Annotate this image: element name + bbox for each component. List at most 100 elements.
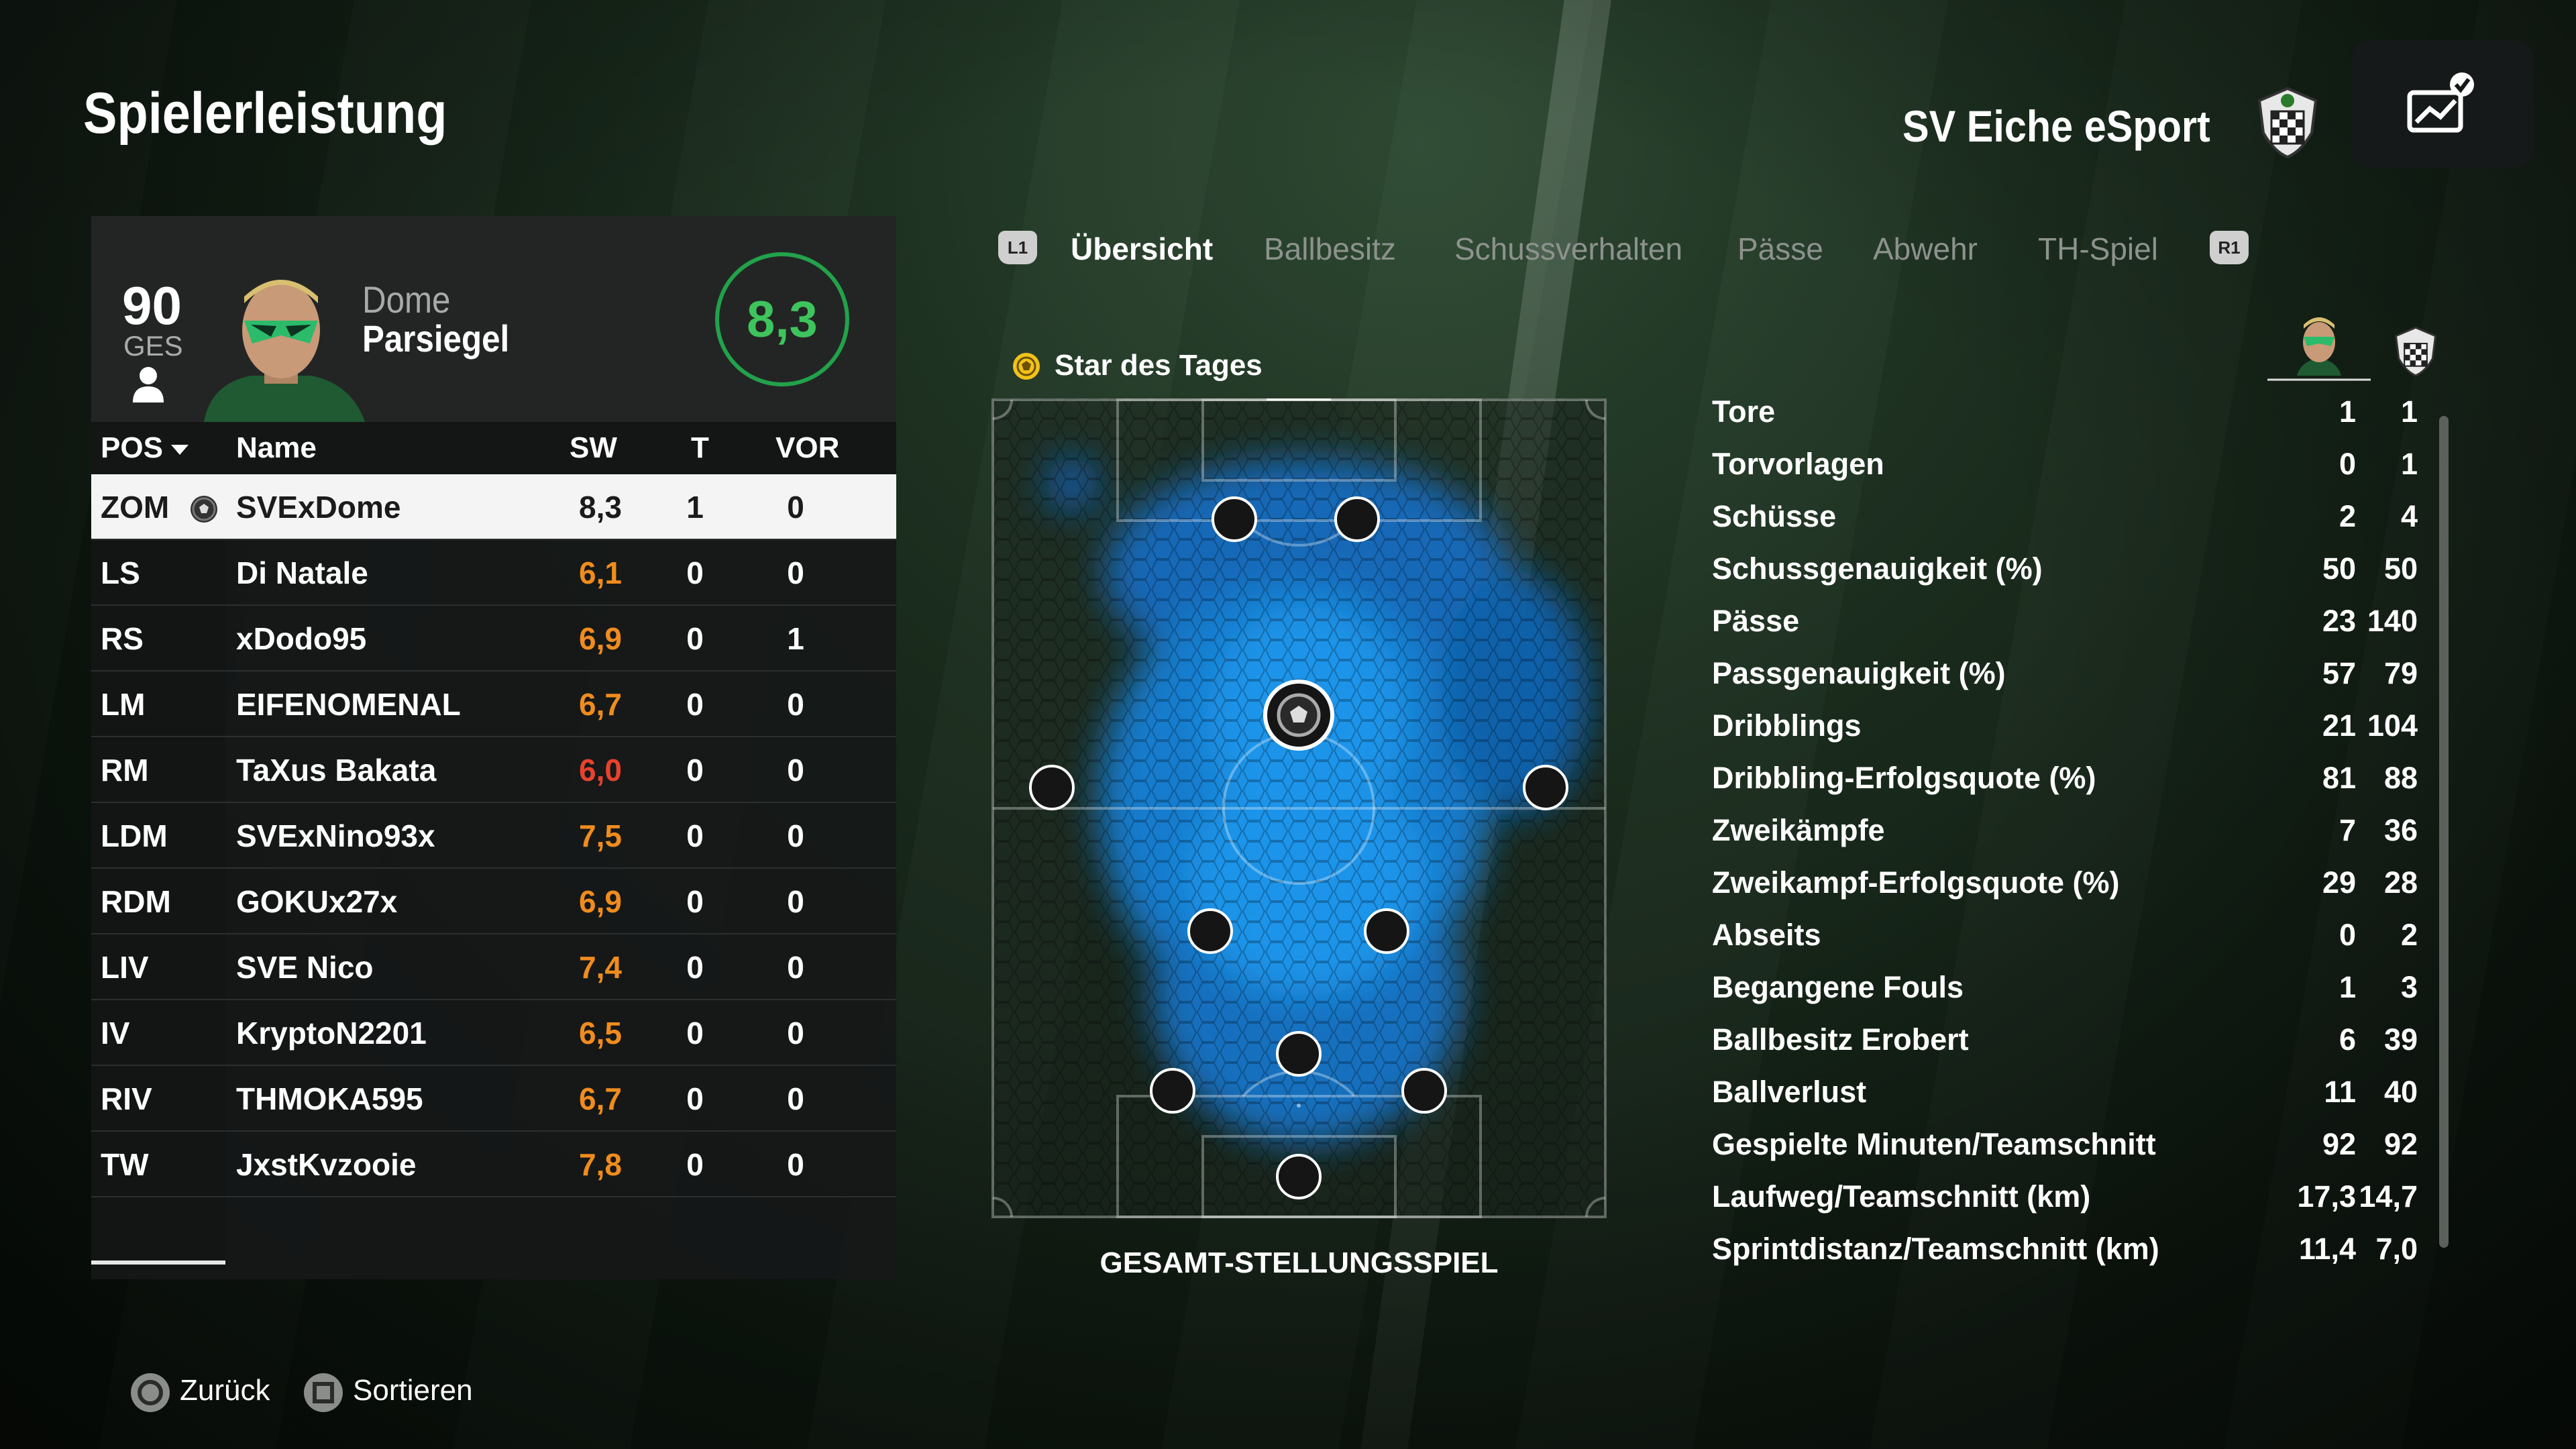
stats-chart-button[interactable] [2352, 40, 2533, 168]
column-pos[interactable]: POS [101, 431, 189, 465]
row-name: JxstKvzooie [236, 1147, 417, 1182]
row-name: THMOKA595 [236, 1081, 423, 1116]
tab-ballbesitz[interactable]: Ballbesitz [1264, 231, 1396, 267]
table-row[interactable]: LM EIFENOMENAL 6,7 0 0 [91, 672, 896, 737]
table-row[interactable]: RS xDodo95 6,9 0 1 [91, 606, 896, 672]
stat-label: Schussgenauigkeit (%) [1712, 551, 2043, 586]
stat-row: Schussgenauigkeit (%) 50 50 [1712, 545, 2423, 597]
team-crest-icon [2395, 326, 2436, 377]
table-row[interactable]: RM TaXus Bakata 6,0 0 0 [91, 737, 896, 803]
stat-team-value: 28 [2383, 865, 2418, 900]
row-assists: 0 [787, 555, 804, 590]
back-button[interactable]: Zurück [180, 1374, 270, 1407]
stat-row: Zweikämpfe 7 36 [1712, 806, 2423, 859]
row-goals: 0 [686, 687, 704, 722]
square-button-icon[interactable] [302, 1371, 345, 1414]
pitch-caption: GESAMT-STELLUNGSSPIEL [1099, 1246, 1499, 1279]
row-assists: 0 [787, 818, 804, 853]
stat-label: Ballverlust [1712, 1075, 1867, 1109]
stat-team-value: 140 [2367, 604, 2418, 638]
stat-player-value: 1 [2339, 970, 2356, 1004]
stat-row: Laufweg/Teamschnitt (km) 17,3 14,7 [1712, 1173, 2423, 1225]
row-pos: LIV [101, 950, 149, 985]
row-goals: 0 [686, 555, 704, 590]
column-vor[interactable]: VOR [775, 431, 839, 465]
row-name: SVExNino93x [236, 818, 435, 853]
row-assists: 0 [787, 950, 804, 985]
pitch-heatmap [991, 396, 1607, 1218]
row-goals: 1 [686, 490, 704, 525]
circle-button-icon[interactable] [129, 1371, 172, 1414]
tab-abwehr[interactable]: Abwehr [1873, 231, 1978, 267]
player-overall: 90 [122, 276, 182, 335]
stat-team-value: 39 [2383, 1022, 2418, 1057]
row-assists: 0 [787, 753, 804, 788]
stat-label: Dribbling-Erfolgsquote (%) [1712, 761, 2096, 795]
row-name: Di Natale [236, 555, 368, 590]
player-last-name: Parsiegel [362, 317, 510, 360]
stat-row: Tore 1 1 [1712, 388, 2423, 440]
table-row[interactable]: RIV THMOKA595 6,7 0 0 [91, 1066, 896, 1132]
column-sw[interactable]: SW [570, 431, 617, 465]
row-pos: LDM [101, 818, 168, 853]
stat-label: Zweikampf-Erfolgsquote (%) [1712, 865, 2120, 900]
row-name: GOKUx27x [236, 884, 398, 919]
stat-label: Dribblings [1712, 708, 1862, 743]
stat-team-value: 79 [2383, 656, 2418, 690]
stat-row: Begangene Fouls 1 3 [1712, 963, 2423, 1016]
stat-player-value: 21 [2322, 708, 2356, 743]
stat-label: Ballbesitz Erobert [1712, 1022, 1969, 1057]
row-pos: LM [101, 687, 146, 722]
column-name[interactable]: Name [236, 431, 317, 465]
row-rating: 6,7 [579, 1081, 622, 1116]
player-panel: 90 GES Dome Parsiegel 8,3 POS Name SW T … [91, 216, 896, 1279]
match-rating-ring: 8,3 [715, 252, 849, 386]
stat-team-value: 36 [2383, 813, 2418, 847]
row-name: xDodo95 [236, 621, 367, 656]
stat-player-value: 6 [2339, 1022, 2356, 1057]
row-rating: 6,1 [579, 555, 622, 590]
player-list: ZOM SVExDome 8,3 1 0 LS Di Natale 6,1 0 … [91, 474, 896, 1271]
tab-paesse[interactable]: Pässe [1737, 231, 1823, 267]
row-goals: 0 [686, 1147, 704, 1182]
table-row[interactable]: LDM SVExNino93x 7,5 0 0 [91, 803, 896, 869]
stats-scrollbar[interactable] [2439, 416, 2449, 1248]
sort-caret-icon [170, 444, 189, 455]
stat-row: Dribblings 21 104 [1712, 702, 2423, 754]
stat-player-value: 0 [2339, 447, 2356, 481]
table-row[interactable]: TW JxstKvzooie 7,8 0 0 [91, 1132, 896, 1197]
match-rating: 8,3 [747, 290, 818, 348]
stat-label: Schüsse [1712, 499, 1837, 533]
table-row[interactable]: LIV SVE Nico 7,4 0 0 [91, 934, 896, 1000]
row-assists: 0 [787, 687, 804, 722]
ball-icon [191, 496, 217, 523]
stat-player-value: 17,3 [2297, 1179, 2356, 1214]
row-goals: 0 [686, 1081, 704, 1116]
table-row[interactable]: LS Di Natale 6,1 0 0 [91, 540, 896, 606]
tab-schussverhalten[interactable]: Schussverhalten [1454, 231, 1682, 267]
column-t[interactable]: T [691, 431, 709, 465]
r1-bumper-icon[interactable]: R1 [2210, 231, 2249, 264]
table-row[interactable]: RDM GOKUx27x 6,9 0 0 [91, 869, 896, 934]
l1-bumper-icon[interactable]: L1 [998, 231, 1037, 264]
row-rating: 7,8 [579, 1147, 622, 1182]
tab-th-spiel[interactable]: TH-Spiel [2038, 231, 2158, 267]
row-rating: 6,5 [579, 1016, 622, 1051]
table-row[interactable]: ZOM SVExDome 8,3 1 0 [91, 474, 896, 540]
table-row[interactable]: IV KryptoN2201 6,5 0 0 [91, 1000, 896, 1066]
stat-label: Laufweg/Teamschnitt (km) [1712, 1179, 2091, 1214]
row-goals: 0 [686, 1016, 704, 1051]
row-rating: 6,9 [579, 884, 622, 919]
row-name: SVE Nico [236, 950, 374, 985]
stat-row: Ballbesitz Erobert 6 39 [1712, 1016, 2423, 1068]
stat-team-value: 14,7 [2359, 1179, 2418, 1214]
sort-button[interactable]: Sortieren [353, 1374, 473, 1407]
tab-uebersicht[interactable]: Übersicht [1071, 231, 1213, 267]
stat-team-value: 104 [2367, 708, 2418, 743]
club-name: SV Eiche eSport [1902, 101, 2210, 151]
stat-player-value: 50 [2322, 551, 2356, 586]
row-pos: RM [101, 753, 149, 788]
row-rating: 6,9 [579, 621, 622, 656]
stat-team-value: 7,0 [2375, 1232, 2418, 1266]
stat-label: Torvorlagen [1712, 447, 1884, 481]
